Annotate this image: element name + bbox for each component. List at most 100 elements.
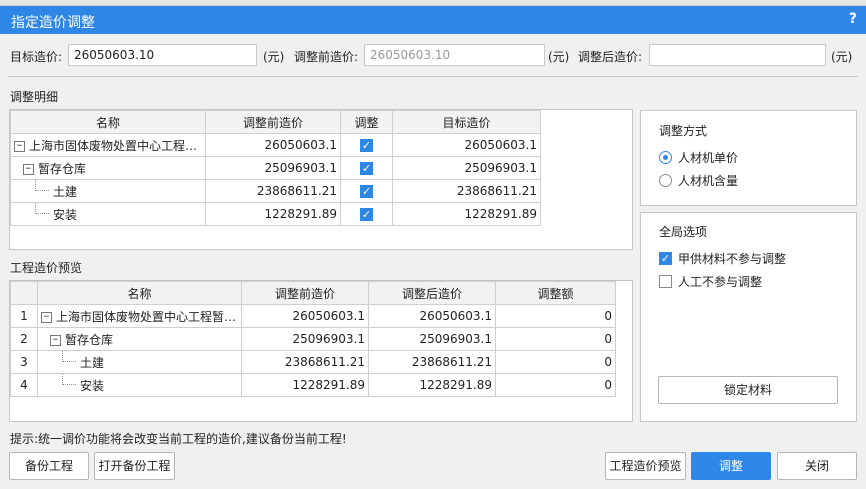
before-cell: 25096903.1	[241, 327, 369, 351]
before-cell: 25096903.1	[205, 156, 341, 180]
table-row[interactable]: 安装 1228291.89 ✓ 1228291.89	[10, 202, 541, 226]
after-cell: 25096903.1	[368, 327, 496, 351]
option-label: 甲供材料不参与调整	[678, 252, 787, 266]
adjust-checkbox[interactable]: ✓	[360, 162, 373, 175]
method-option-unit-price[interactable]: 人材机单价	[659, 149, 738, 166]
target-cell[interactable]: 23868611.21	[392, 179, 541, 203]
option-exclude-supplied-materials[interactable]: ✓ 甲供材料不参与调整	[659, 250, 786, 267]
dialog-title: 指定造价调整	[11, 15, 95, 31]
detail-table: 名称 调整前造价 调整 目标造价 − 上海市固体废物处置中心工程… 2605060…	[10, 110, 541, 226]
target-price-input[interactable]: 26050603.10	[68, 44, 257, 66]
detail-header-row: 名称 调整前造价 调整 目标造价	[10, 110, 541, 134]
target-cell[interactable]: 26050603.1	[392, 133, 541, 157]
table-row[interactable]: 2 − 暂存仓库 25096903.1 25096903.1 0	[10, 327, 616, 351]
option-label: 人材机含量	[678, 174, 739, 188]
table-row[interactable]: 4 安装 1228291.89 1228291.89 0	[10, 373, 616, 397]
after-price-input[interactable]	[649, 44, 826, 66]
before-price-input: 26050603.10	[364, 44, 545, 66]
preview-table: 名称 调整前造价 调整后造价 调整额 1 − 上海市固体废物处置中心工程暂… 26…	[10, 281, 616, 397]
option-label: 人工不参与调整	[678, 275, 763, 289]
before-cell: 23868611.21	[241, 350, 369, 374]
delta-cell: 0	[495, 350, 616, 374]
option-exclude-labor[interactable]: 人工不参与调整	[659, 273, 762, 290]
after-price-label: 调整后造价:	[578, 50, 643, 64]
after-cell: 1228291.89	[368, 373, 496, 397]
preview-col-index	[10, 281, 38, 305]
radio-selected-icon[interactable]	[659, 151, 672, 164]
lock-materials-button[interactable]: 锁定材料	[658, 376, 838, 404]
tree-line	[35, 203, 49, 214]
target-cell[interactable]: 25096903.1	[392, 156, 541, 180]
row-index: 2	[10, 327, 38, 351]
delta-cell: 0	[495, 304, 616, 328]
tree-line	[62, 351, 76, 362]
global-title: 全局选项	[659, 225, 708, 239]
preview-col-name[interactable]: 名称	[37, 281, 242, 305]
preview-title: 工程造价预览	[10, 261, 83, 275]
row-name: 上海市固体废物处置中心工程暂…	[56, 309, 237, 324]
collapse-icon[interactable]: −	[23, 163, 34, 175]
tree-line	[62, 374, 76, 385]
delta-cell: 0	[495, 327, 616, 351]
before-cell: 1228291.89	[241, 373, 369, 397]
method-option-content[interactable]: 人材机含量	[659, 172, 738, 189]
row-name: 土建	[53, 184, 78, 199]
radio-icon[interactable]	[659, 174, 672, 187]
row-name: 安装	[80, 378, 105, 393]
target-price-label: 目标造价:	[10, 50, 63, 64]
preview-button[interactable]: 工程造价预览	[605, 452, 686, 480]
detail-col-name[interactable]: 名称	[10, 110, 206, 134]
before-price-label: 调整前造价:	[294, 50, 359, 64]
row-name: 土建	[80, 355, 105, 370]
unit-label-2: (元)	[548, 50, 570, 64]
preview-header-row: 名称 调整前造价 调整后造价 调整额	[10, 281, 616, 305]
checkbox-checked-icon[interactable]: ✓	[659, 252, 672, 265]
hint-text: 提示:统一调价功能将会改变当前工程的造价,建议备份当前工程!	[10, 432, 347, 446]
adjust-checkbox[interactable]: ✓	[360, 139, 373, 152]
option-label: 人材机单价	[678, 151, 739, 165]
detail-col-before[interactable]: 调整前造价	[205, 110, 341, 134]
row-name: 安装	[53, 207, 78, 222]
detail-col-target[interactable]: 目标造价	[392, 110, 541, 134]
table-row[interactable]: − 暂存仓库 25096903.1 ✓ 25096903.1	[10, 156, 541, 180]
row-name: 暂存仓库	[65, 332, 114, 347]
table-row[interactable]: 土建 23868611.21 ✓ 23868611.21	[10, 179, 541, 203]
title-bar: 指定造价调整 ?	[0, 6, 866, 34]
adjust-checkbox[interactable]: ✓	[360, 185, 373, 198]
preview-table-panel: 名称 调整前造价 调整后造价 调整额 1 − 上海市固体废物处置中心工程暂… 26…	[9, 280, 633, 422]
preview-col-delta[interactable]: 调整额	[495, 281, 616, 305]
adjust-button[interactable]: 调整	[691, 452, 771, 480]
detail-col-adjust[interactable]: 调整	[340, 110, 393, 134]
table-row[interactable]: 1 − 上海市固体废物处置中心工程暂… 26050603.1 26050603.1…	[10, 304, 616, 328]
row-index: 4	[10, 373, 38, 397]
open-backup-button[interactable]: 打开备份工程	[94, 452, 175, 480]
before-cell: 26050603.1	[241, 304, 369, 328]
collapse-icon[interactable]: −	[50, 334, 61, 346]
close-button[interactable]: 关闭	[777, 452, 857, 480]
table-row[interactable]: − 上海市固体废物处置中心工程… 26050603.1 ✓ 26050603.1	[10, 133, 541, 157]
divider	[8, 76, 858, 77]
method-panel: 调整方式 人材机单价 人材机含量	[640, 110, 857, 206]
before-cell: 1228291.89	[205, 202, 341, 226]
collapse-icon[interactable]: −	[41, 311, 52, 323]
adjust-checkbox[interactable]: ✓	[360, 208, 373, 221]
row-name: 暂存仓库	[38, 161, 87, 176]
method-title: 调整方式	[659, 124, 708, 138]
help-icon[interactable]: ?	[849, 11, 857, 27]
detail-table-panel: 名称 调整前造价 调整 目标造价 − 上海市固体废物处置中心工程… 2605060…	[9, 109, 633, 250]
before-cell: 26050603.1	[205, 133, 341, 157]
table-row[interactable]: 3 土建 23868611.21 23868611.21 0	[10, 350, 616, 374]
row-name: 上海市固体废物处置中心工程…	[29, 138, 198, 153]
row-index: 3	[10, 350, 38, 374]
detail-title: 调整明细	[10, 90, 59, 104]
preview-col-before[interactable]: 调整前造价	[241, 281, 369, 305]
collapse-icon[interactable]: −	[14, 140, 25, 152]
preview-col-after[interactable]: 调整后造价	[368, 281, 496, 305]
before-cell: 23868611.21	[205, 179, 341, 203]
unit-label-3: (元)	[831, 50, 853, 64]
target-cell[interactable]: 1228291.89	[392, 202, 541, 226]
checkbox-icon[interactable]	[659, 275, 672, 288]
backup-button[interactable]: 备份工程	[9, 452, 89, 480]
after-cell: 23868611.21	[368, 350, 496, 374]
global-options-panel: 全局选项 ✓ 甲供材料不参与调整 人工不参与调整 锁定材料	[640, 212, 857, 422]
